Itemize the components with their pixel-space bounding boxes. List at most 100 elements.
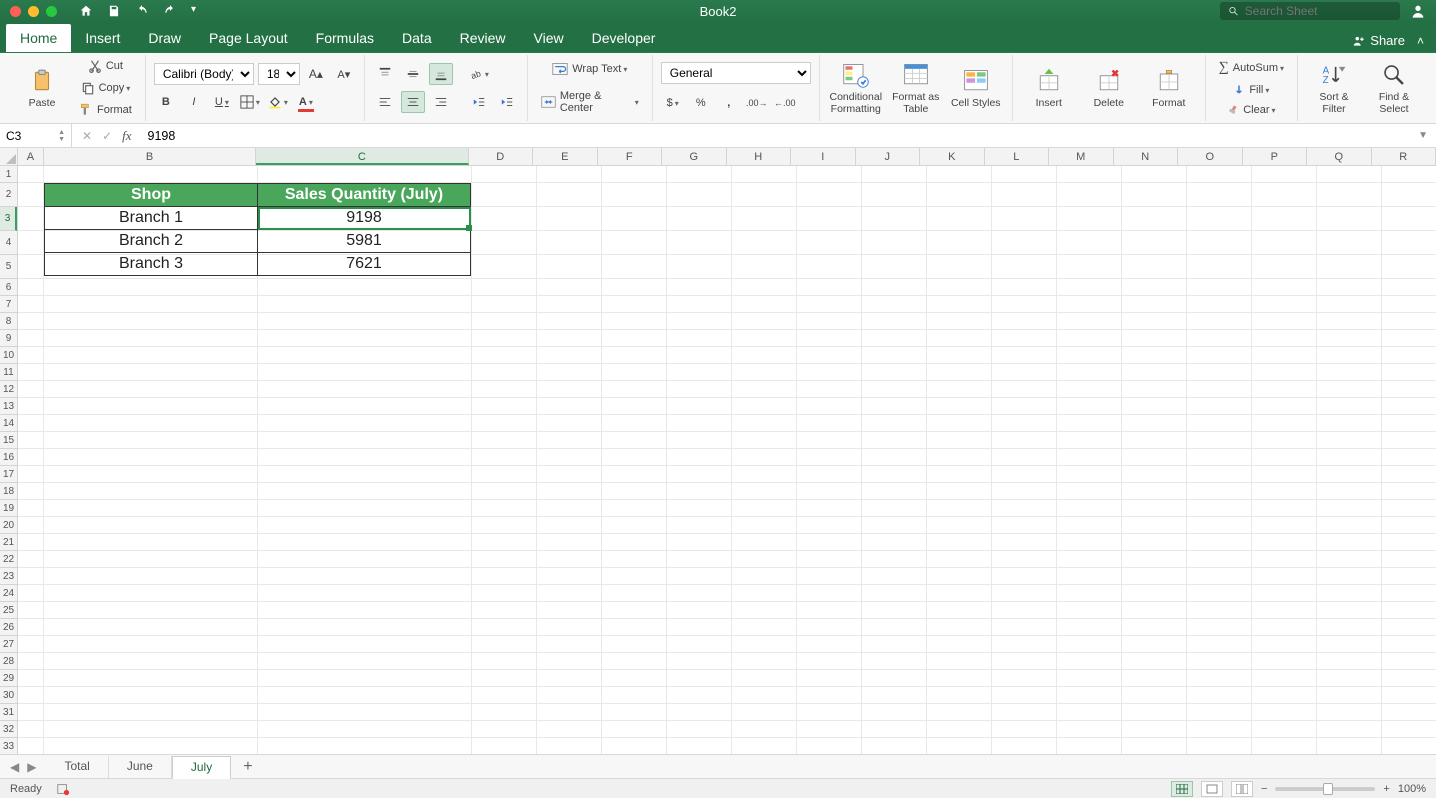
ribbon-tab-formulas[interactable]: Formulas	[302, 24, 388, 52]
borders-button[interactable]	[238, 91, 262, 113]
qat-customize-icon[interactable]: ▾	[191, 4, 205, 18]
macro-record-icon[interactable]	[56, 782, 70, 796]
search-sheet-box[interactable]	[1220, 2, 1400, 20]
underline-button[interactable]: U	[210, 91, 234, 113]
align-top-icon[interactable]	[373, 63, 397, 85]
format-as-table-button[interactable]: Format as Table	[888, 55, 944, 120]
column-headers[interactable]: ABCDEFGHIJKLMNOPQR	[18, 148, 1436, 166]
ribbon-tab-draw[interactable]: Draw	[134, 24, 195, 52]
insert-cells-button[interactable]: Insert	[1021, 61, 1077, 115]
ribbon-tab-review[interactable]: Review	[446, 24, 520, 52]
row-header[interactable]: 26	[0, 619, 17, 636]
ribbon-tab-view[interactable]: View	[520, 24, 578, 52]
row-header[interactable]: 24	[0, 585, 17, 602]
row-header[interactable]: 25	[0, 602, 17, 619]
minimize-window-icon[interactable]	[28, 6, 39, 17]
maximize-window-icon[interactable]	[46, 6, 57, 17]
row-header[interactable]: 14	[0, 415, 17, 432]
zoom-out-icon[interactable]: −	[1261, 783, 1267, 795]
number-format-select[interactable]: General	[661, 62, 811, 84]
zoom-slider[interactable]	[1275, 787, 1375, 791]
column-header[interactable]: I	[791, 148, 856, 165]
delete-cells-button[interactable]: Delete	[1081, 61, 1137, 115]
row-header[interactable]: 30	[0, 687, 17, 704]
paste-button[interactable]: Paste	[14, 61, 70, 115]
row-header[interactable]: 19	[0, 500, 17, 517]
accept-formula-icon[interactable]: ✓	[102, 129, 112, 143]
clear-button[interactable]: Clear	[1214, 101, 1289, 119]
row-header[interactable]: 18	[0, 483, 17, 500]
ribbon-tab-data[interactable]: Data	[388, 24, 446, 52]
sheet-tab-total[interactable]: Total	[46, 756, 108, 778]
column-header[interactable]: J	[856, 148, 921, 165]
fill-button[interactable]: Fill	[1214, 81, 1289, 99]
align-right-icon[interactable]	[429, 91, 453, 113]
currency-icon[interactable]: $	[661, 92, 685, 114]
wrap-text-button[interactable]: Wrap Text	[536, 59, 644, 79]
sheet-nav-next-icon[interactable]: ▶	[27, 760, 36, 774]
table-cell[interactable]: Branch 3	[45, 253, 258, 276]
column-header[interactable]: Q	[1307, 148, 1372, 165]
collapse-ribbon-icon[interactable]: ˄	[1417, 34, 1424, 48]
column-header[interactable]: N	[1114, 148, 1179, 165]
sheet-tab-july[interactable]: July	[172, 756, 231, 779]
account-icon[interactable]	[1410, 3, 1426, 19]
increase-decimal-icon[interactable]: .00→	[745, 92, 769, 114]
font-size-select[interactable]: 18	[258, 63, 300, 85]
row-header[interactable]: 20	[0, 517, 17, 534]
row-header[interactable]: 27	[0, 636, 17, 653]
save-icon[interactable]	[107, 4, 121, 18]
autosum-button[interactable]: ∑AutoSum	[1214, 57, 1289, 79]
font-color-button[interactable]: A	[294, 91, 318, 113]
cancel-formula-icon[interactable]: ✕	[82, 129, 92, 143]
sheet-nav-prev-icon[interactable]: ◀	[10, 760, 19, 774]
find-select-button[interactable]: Find & Select	[1366, 55, 1422, 120]
cell-reference-input[interactable]	[6, 129, 46, 143]
row-header[interactable]: 16	[0, 449, 17, 466]
align-center-icon[interactable]	[401, 91, 425, 113]
row-header[interactable]: 7	[0, 296, 17, 313]
table-cell[interactable]: 7621	[258, 253, 471, 276]
close-window-icon[interactable]	[10, 6, 21, 17]
expand-formula-bar-icon[interactable]: ▼	[1410, 130, 1436, 141]
row-header[interactable]: 12	[0, 381, 17, 398]
column-header[interactable]: B	[44, 148, 256, 165]
ribbon-tab-developer[interactable]: Developer	[578, 24, 670, 52]
page-layout-view-icon[interactable]	[1201, 781, 1223, 797]
decrease-indent-icon[interactable]	[467, 91, 491, 113]
column-header[interactable]: O	[1178, 148, 1243, 165]
cell-styles-button[interactable]: Cell Styles	[948, 61, 1004, 115]
share-button[interactable]: Share	[1352, 33, 1405, 48]
ribbon-tab-home[interactable]: Home	[6, 24, 71, 52]
column-header[interactable]: D	[469, 148, 534, 165]
column-header[interactable]: F	[598, 148, 663, 165]
column-header[interactable]: G	[662, 148, 727, 165]
align-middle-icon[interactable]	[401, 63, 425, 85]
row-header[interactable]: 5	[0, 255, 17, 279]
column-header[interactable]: H	[727, 148, 792, 165]
ribbon-tab-page-layout[interactable]: Page Layout	[195, 24, 302, 52]
fx-icon[interactable]: fx	[122, 128, 131, 144]
bold-button[interactable]: B	[154, 91, 178, 113]
increase-indent-icon[interactable]	[495, 91, 519, 113]
table-cell[interactable]: 5981	[258, 230, 471, 253]
spreadsheet-grid[interactable]: ABCDEFGHIJKLMNOPQR 123456789101112131415…	[0, 148, 1436, 754]
decrease-font-icon[interactable]: A▾	[332, 63, 356, 85]
table-header[interactable]: Shop	[45, 184, 258, 207]
zoom-level[interactable]: 100%	[1398, 783, 1426, 795]
column-header[interactable]: E	[533, 148, 598, 165]
table-header[interactable]: Sales Quantity (July)	[258, 184, 471, 207]
home-icon[interactable]	[79, 4, 93, 18]
row-header[interactable]: 32	[0, 721, 17, 738]
zoom-in-icon[interactable]: +	[1383, 783, 1389, 795]
percent-icon[interactable]: %	[689, 92, 713, 114]
redo-icon[interactable]	[163, 4, 177, 18]
format-cells-button[interactable]: Format	[1141, 61, 1197, 115]
fill-color-button[interactable]	[266, 91, 290, 113]
conditional-formatting-button[interactable]: Conditional Formatting	[828, 55, 884, 120]
name-box-up-icon[interactable]: ▲	[58, 129, 65, 136]
formula-input[interactable]	[142, 129, 1411, 143]
search-sheet-input[interactable]	[1245, 4, 1392, 18]
column-header[interactable]: R	[1372, 148, 1436, 165]
cut-button[interactable]: Cut	[74, 56, 137, 76]
